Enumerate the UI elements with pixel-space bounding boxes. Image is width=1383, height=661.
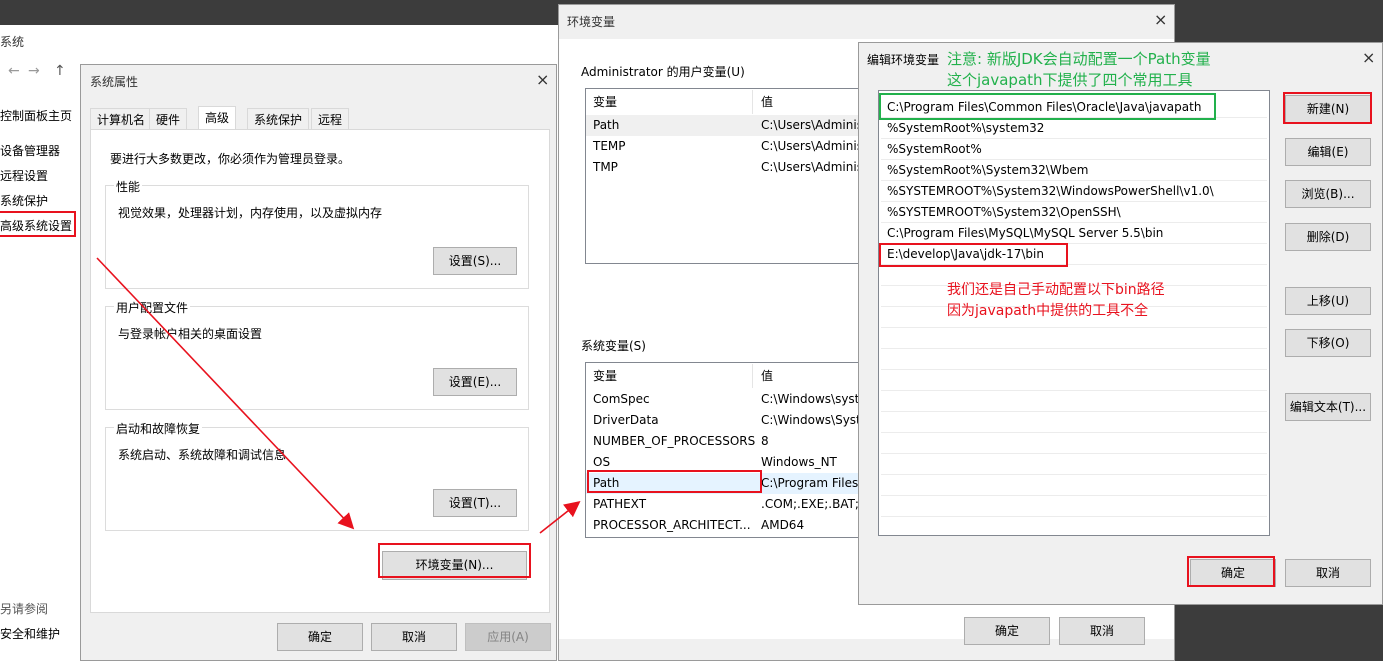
- arrow-to-path-variable: [539, 501, 581, 534]
- arrow-to-env-button: [96, 257, 355, 530]
- annotation-arrows: [96, 257, 581, 534]
